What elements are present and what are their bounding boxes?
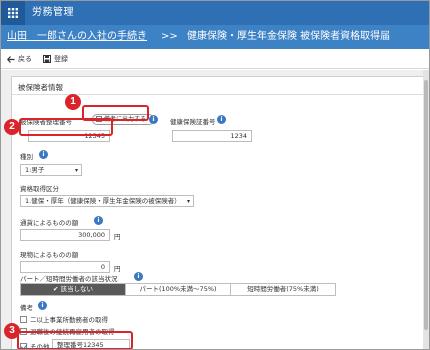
kind-info-icon[interactable]: i [39, 150, 48, 159]
app-grid-icon[interactable] [1, 1, 25, 25]
remarks-info-icon[interactable]: i [38, 301, 47, 310]
parttime-option-not-applicable[interactable]: ✔ 該当しない [21, 284, 125, 295]
toolbar: 戻る 登録 [1, 49, 429, 69]
card-number-label: 健康保険証番号 [170, 118, 216, 126]
window: 労務管理 山田 一郎さんの入社の手続き >> 健康保険・厚生年金保険 被保険者資… [0, 0, 430, 350]
page-title: 健康保険・厚生年金保険 被保険者資格取得届 [187, 31, 391, 42]
register-button[interactable]: 登録 [43, 54, 68, 64]
callout-3-badge: 3 [4, 323, 20, 339]
insured-number-info-icon[interactable]: i [149, 115, 158, 124]
callout-2-badge: 2 [4, 119, 20, 135]
callout-1-badge: 1 [65, 94, 81, 110]
breadcrumb-separator: >> [161, 31, 178, 42]
currency-pay-label: 通貨によるものの額 [20, 219, 79, 227]
card-number-info-icon[interactable]: i [217, 115, 226, 124]
qualification-select[interactable]: 1.健保・厚年（健康保険・厚生年金保険の被保険者） ▾ [20, 195, 194, 207]
kind-select[interactable]: 1:男子 ▾ [20, 164, 82, 176]
qualification-select-value: 1.健保・厚年（健康保険・厚生年金保険の被保険者） [25, 197, 181, 205]
card-number-input[interactable]: 1234 [172, 130, 252, 142]
remarks-multi-office-item[interactable]: 二以上事業所勤務者の取得 [20, 314, 108, 324]
back-label: 戻る [18, 55, 32, 63]
content-area: 被保険者情報 被保険者整理番号 備考に出力する i 12345 健康保険証番号 … [1, 70, 429, 349]
currency-pay-info-icon[interactable]: i [94, 216, 103, 225]
title-bar: 労務管理 [1, 1, 429, 25]
breadcrumb: 山田 一郎さんの入社の手続き >> 健康保険・厚生年金保険 被保険者資格取得届 [1, 25, 429, 49]
remarks-multi-office-label: 二以上事業所勤務者の取得 [30, 316, 108, 324]
currency-pay-unit: 円 [114, 233, 121, 241]
arrow-left-icon [7, 55, 15, 63]
vertical-scrollbar[interactable] [423, 70, 429, 349]
callout-2-highlight [19, 118, 113, 136]
qualification-label: 資格取得区分 [20, 185, 59, 193]
register-label: 登録 [54, 55, 68, 63]
inkind-pay-label: 現物によるものの額 [20, 251, 79, 259]
save-icon [43, 55, 51, 63]
kind-label: 種別 [20, 153, 33, 161]
breadcrumb-procedure-link[interactable]: 山田 一郎さんの入社の手続き [7, 25, 147, 49]
remarks-multi-office-checkbox[interactable] [20, 315, 27, 323]
parttime-option-short-time[interactable]: 短時間労働者(75%未満) [230, 284, 335, 295]
inkind-pay-input[interactable]: 0 [20, 261, 110, 273]
parttime-label: パート／短時間労働者の該当状況 [20, 275, 118, 283]
kind-select-value: 1:男子 [25, 166, 45, 174]
parttime-info-icon[interactable]: i [134, 272, 143, 281]
inkind-pay-unit: 円 [114, 265, 121, 273]
remarks-label: 備考 [20, 304, 33, 312]
panel-title: 被保険者情報 [18, 83, 63, 92]
chevron-down-icon: ▾ [186, 198, 190, 205]
back-button[interactable]: 戻る [7, 54, 32, 64]
parttime-option-part[interactable]: パート(100%未満〜75%) [125, 284, 230, 295]
scrollbar-thumb[interactable] [424, 80, 428, 330]
chevron-down-icon: ▾ [74, 167, 78, 174]
app-title: 労務管理 [32, 7, 74, 18]
currency-pay-input[interactable]: 300,000 [20, 229, 110, 241]
callout-3-highlight [17, 331, 133, 349]
parttime-segmented-control: ✔ 該当しない パート(100%未満〜75%) 短時間労働者(75%未満) [20, 283, 336, 296]
